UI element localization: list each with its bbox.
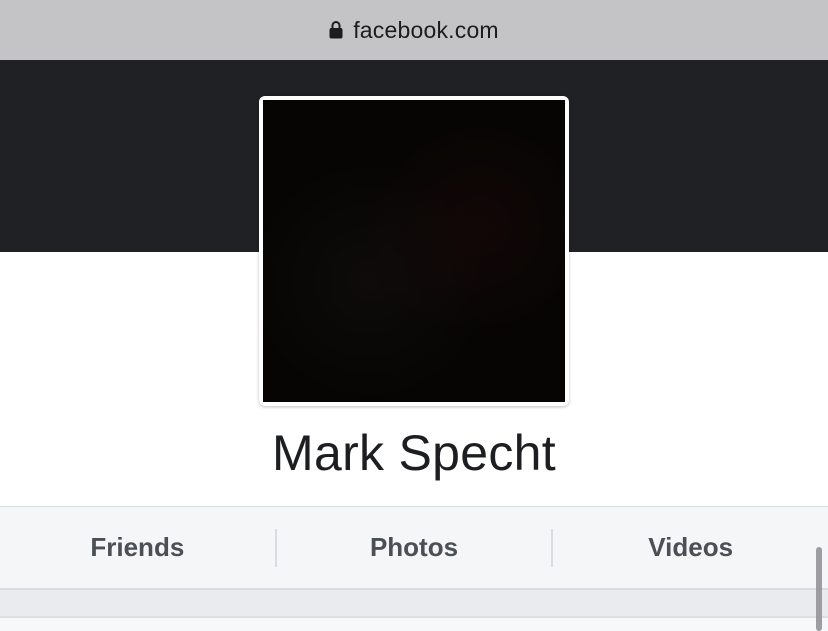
lock-icon bbox=[329, 20, 343, 39]
facebook-profile-page: facebook.com Mark Specht Friends Photos … bbox=[0, 0, 828, 631]
tab-videos[interactable]: Videos bbox=[553, 507, 828, 588]
content-separator bbox=[0, 590, 828, 631]
profile-picture[interactable] bbox=[259, 96, 569, 406]
url-text: facebook.com bbox=[353, 16, 499, 43]
tab-friends[interactable]: Friends bbox=[0, 507, 275, 588]
tab-photos[interactable]: Photos bbox=[277, 507, 552, 588]
profile-tabs: Friends Photos Videos bbox=[0, 506, 828, 590]
profile-name: Mark Specht bbox=[272, 425, 556, 481]
profile-photo-image bbox=[263, 100, 565, 402]
next-section-top bbox=[0, 618, 828, 631]
address-bar[interactable]: facebook.com bbox=[0, 0, 828, 60]
scrollbar[interactable] bbox=[816, 547, 822, 631]
